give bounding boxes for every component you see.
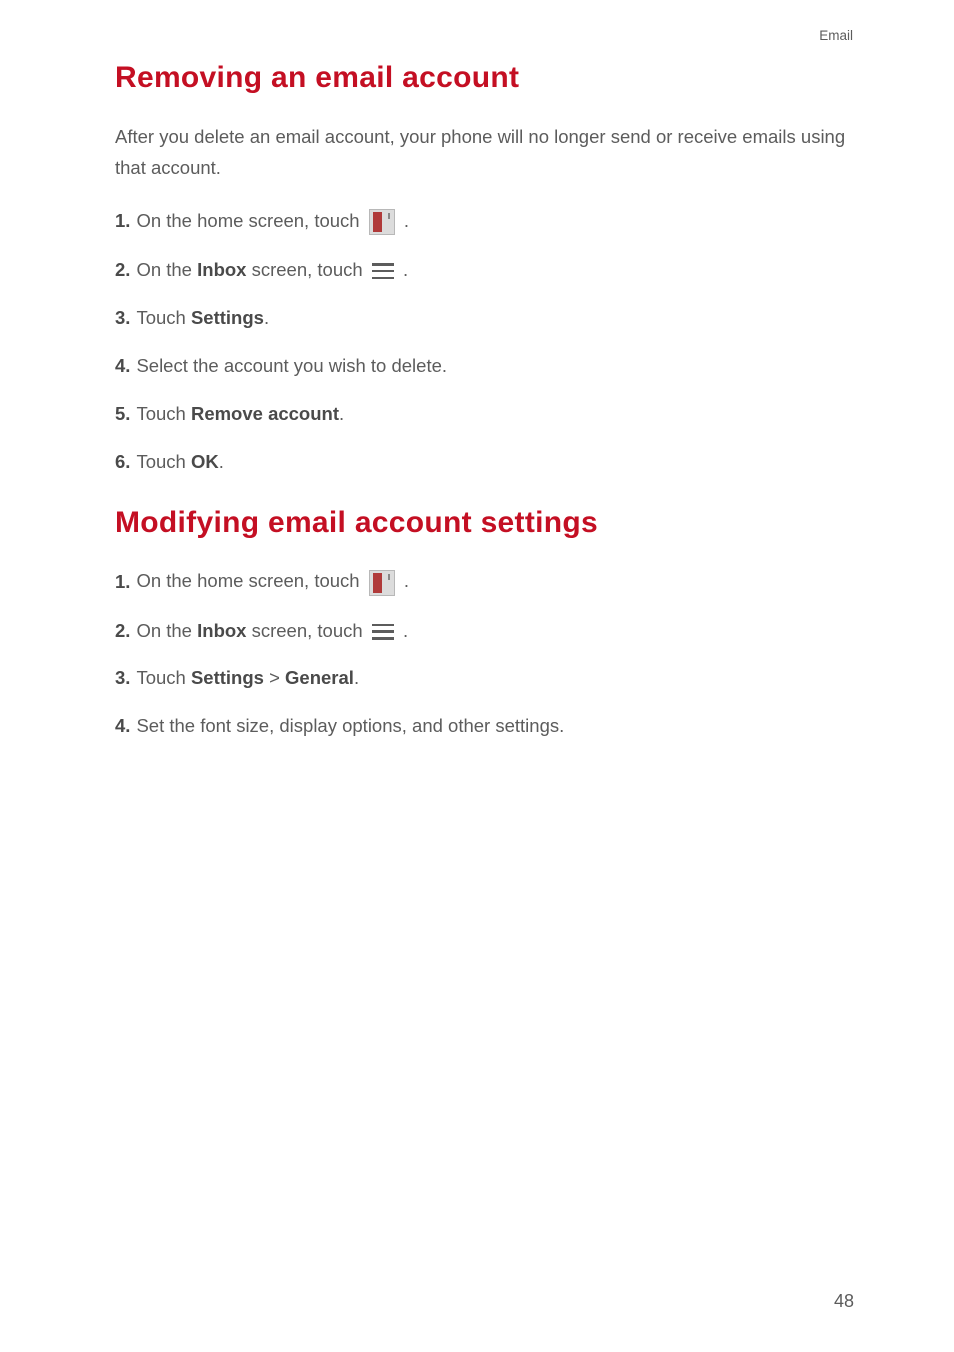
step-number: 6. — [115, 449, 130, 475]
step-number: 5. — [115, 401, 130, 427]
step-number: 1. — [115, 208, 130, 234]
step-number: 4. — [115, 713, 130, 739]
step-item: 6. Touch OK. — [115, 449, 859, 475]
step-item: 3. Touch Settings. — [115, 305, 859, 331]
step-item: 1. On the home screen, touch . — [115, 568, 859, 595]
step-number: 3. — [115, 665, 130, 691]
step-text: Touch Settings. — [136, 305, 269, 331]
email-app-icon — [369, 570, 395, 596]
step-item: 4. Set the font size, display options, a… — [115, 713, 859, 739]
step-text: Set the font size, display options, and … — [136, 713, 564, 739]
step-text: Select the account you wish to delete. — [136, 353, 447, 379]
email-app-icon — [369, 209, 395, 235]
step-text: On the Inbox screen, touch . — [136, 257, 408, 283]
menu-icon — [372, 263, 394, 279]
header-section-label: Email — [115, 28, 859, 43]
menu-icon — [372, 624, 394, 640]
step-text: On the home screen, touch . — [136, 208, 409, 235]
page-number: 48 — [834, 1291, 854, 1312]
intro-paragraph: After you delete an email account, your … — [115, 121, 859, 184]
step-number: 3. — [115, 305, 130, 331]
step-text: On the home screen, touch . — [136, 568, 409, 595]
step-text: Touch OK. — [136, 449, 223, 475]
step-item: 1. On the home screen, touch . — [115, 208, 859, 235]
step-item: 2. On the Inbox screen, touch . — [115, 257, 859, 283]
section-title-modifying: Modifying email account settings — [115, 506, 859, 540]
step-number: 2. — [115, 618, 130, 644]
step-text: Touch Remove account. — [136, 401, 344, 427]
step-item: 5. Touch Remove account. — [115, 401, 859, 427]
step-number: 4. — [115, 353, 130, 379]
step-item: 2. On the Inbox screen, touch . — [115, 618, 859, 644]
step-text: On the Inbox screen, touch . — [136, 618, 408, 644]
step-item: 4. Select the account you wish to delete… — [115, 353, 859, 379]
step-number: 2. — [115, 257, 130, 283]
section-title-removing: Removing an email account — [115, 61, 859, 95]
step-text: Touch Settings > General. — [136, 665, 359, 691]
step-item: 3. Touch Settings > General. — [115, 665, 859, 691]
step-number: 1. — [115, 569, 130, 595]
